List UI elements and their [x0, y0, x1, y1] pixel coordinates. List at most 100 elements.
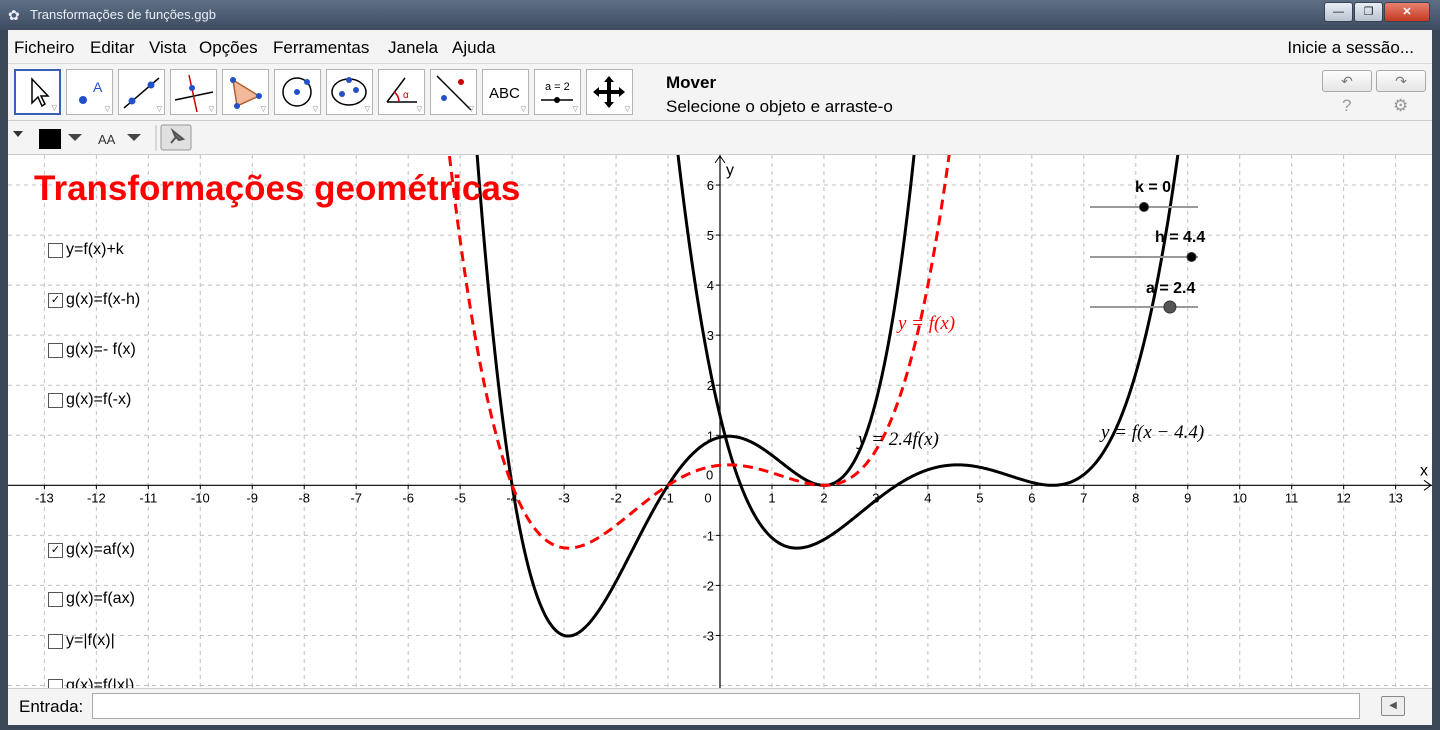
point-tool-button[interactable]: A ▽: [66, 69, 113, 115]
checkbox-f-abs-x[interactable]: g(x)=f(|x|): [48, 677, 134, 688]
checkbox-label: g(x)=f(ax): [66, 590, 135, 607]
curve-label-f: y = f(x): [898, 313, 956, 334]
x-tick-label: 1: [768, 490, 775, 505]
checkbox-f-a-x[interactable]: g(x)=f(ax): [48, 590, 135, 608]
menu-editar[interactable]: Editar: [90, 38, 134, 58]
active-tool-name: Mover: [666, 73, 717, 92]
undo-button[interactable]: ↶: [1322, 70, 1372, 92]
checkbox-box[interactable]: [48, 392, 63, 408]
graphics-canvas[interactable]: xy-13 -12 -11 -10 -9 -8 -7 -6 -5 -4 -3 -2 -1 0 1 2 3 4 5 6 7…: [8, 155, 1432, 688]
sign-in-link[interactable]: Inicie a sessão...: [1287, 38, 1414, 58]
x-tick-label: -11: [139, 490, 157, 505]
minimize-button[interactable]: —: [1324, 2, 1353, 22]
circle-tool-button[interactable]: ▽: [274, 69, 321, 115]
y-tick-label: -2: [702, 578, 714, 593]
redo-button[interactable]: ↷: [1376, 70, 1426, 92]
checkbox-box[interactable]: ✓: [48, 292, 63, 308]
checkbox-box[interactable]: [48, 591, 63, 607]
slider-handle: [1139, 202, 1149, 212]
line-tool-button[interactable]: ▽: [118, 69, 165, 115]
color-swatch[interactable]: [39, 129, 61, 149]
x-tick-label: -2: [610, 490, 622, 505]
perpendicular-line-tool-button[interactable]: ▽: [170, 69, 217, 115]
x-tick-label: -8: [298, 490, 310, 505]
input-bar: Entrada: ◀: [8, 688, 1432, 725]
checkbox-box[interactable]: [48, 242, 63, 258]
checkbox-box[interactable]: ✓: [48, 542, 63, 558]
text-tool-button[interactable]: ABC ▽: [482, 69, 529, 115]
input-field[interactable]: [92, 693, 1360, 719]
checkbox-abs-f[interactable]: y=|f(x)|: [48, 632, 115, 650]
window-titlebar: ✿ Transformações de funções.ggb — ❐ ✕: [0, 0, 1440, 30]
slider-tool-button[interactable]: a = 2 ▽: [534, 69, 581, 115]
x-tick-label: 0: [704, 490, 711, 505]
geogebra-app-icon: ✿: [8, 7, 20, 23]
x-tick-label: 2: [820, 490, 827, 505]
input-label: Entrada:: [19, 697, 84, 716]
x-tick-label: 5: [976, 490, 983, 505]
graphics-view[interactable]: x y -13 -12 -11 -10 -9 -8 -7 -6 -5 -4 -3 -2 -1 0 1 2 3 4 5 6 7…: [8, 155, 1432, 688]
x-tick-label: -12: [87, 490, 106, 505]
x-tick-label: 8: [1132, 490, 1139, 505]
reflect-tool-button[interactable]: ▽: [430, 69, 477, 115]
settings-gear-icon[interactable]: ⚙: [1393, 96, 1408, 116]
y-tick-label: 6: [707, 178, 714, 193]
geogebra-window: Ficheiro Editar Vista Opções Ferramentas…: [8, 30, 1432, 725]
y-tick-label: -3: [702, 628, 714, 643]
checkbox-box[interactable]: [48, 633, 63, 649]
x-tick-label: -9: [246, 490, 258, 505]
x-tick-label: -13: [35, 490, 54, 505]
toggle-stylebar-icon[interactable]: [13, 131, 23, 137]
font-size-dropdown-icon[interactable]: [127, 134, 141, 141]
checkbox-f-plus-k[interactable]: y=f(x)+k: [48, 241, 124, 259]
move-tool-button[interactable]: ▽: [14, 69, 61, 115]
svg-text:α: α: [403, 90, 409, 101]
help-icon[interactable]: ?: [1342, 96, 1351, 116]
checkbox-f-minus-x[interactable]: g(x)=f(-x): [48, 391, 131, 409]
checkbox-minus-f[interactable]: g(x)=- f(x): [48, 341, 136, 359]
menu-janela[interactable]: Janela: [388, 38, 438, 58]
slider-h-label: h = 4.4: [1155, 229, 1206, 246]
svg-text:a = 2: a = 2: [545, 81, 570, 93]
color-dropdown-icon[interactable]: [68, 134, 82, 141]
checkbox-label: y=|f(x)|: [66, 632, 115, 649]
menu-opcoes[interactable]: Opções: [199, 38, 258, 58]
close-button[interactable]: ✕: [1384, 2, 1430, 22]
curve-a-f: [475, 155, 916, 638]
checkbox-f-x-minus-h[interactable]: ✓ g(x)=f(x-h): [48, 291, 140, 309]
checkbox-label: g(x)=f(-x): [66, 391, 132, 408]
y-tick-label: -1: [702, 528, 714, 543]
y-axis-label: y: [726, 162, 734, 179]
x-tick-label: 10: [1232, 490, 1246, 505]
checkbox-box[interactable]: [48, 678, 63, 688]
keyboard-icon[interactable]: ◀: [1381, 696, 1405, 716]
checkbox-a-f[interactable]: ✓ g(x)=af(x): [48, 541, 135, 559]
checkbox-label: g(x)=- f(x): [66, 341, 136, 358]
maximize-button[interactable]: ❐: [1354, 2, 1383, 22]
move-graphics-tool-button[interactable]: ▽: [586, 69, 633, 115]
x-tick-label: -10: [191, 490, 210, 505]
y-tick-label: 4: [707, 278, 714, 293]
curve-f-shifted: [676, 155, 1180, 550]
x-tick-label: 9: [1184, 490, 1191, 505]
menu-vista[interactable]: Vista: [149, 38, 187, 58]
menu-ajuda[interactable]: Ajuda: [452, 38, 495, 58]
y-tick-label: 3: [707, 328, 714, 343]
svg-text:ABC: ABC: [489, 85, 520, 102]
font-size-button[interactable]: AA: [98, 132, 116, 147]
slider-handle: [1186, 252, 1197, 262]
angle-tool-button[interactable]: α ▽: [378, 69, 425, 115]
ellipse-tool-button[interactable]: ▽: [326, 69, 373, 115]
menu-ferramentas[interactable]: Ferramentas: [273, 38, 369, 58]
checkbox-label: g(x)=f(x-h): [66, 291, 141, 308]
checkbox-label: y=f(x)+k: [66, 241, 124, 258]
x-tick-label: 11: [1285, 490, 1299, 505]
x-tick-label: -5: [454, 490, 466, 505]
checkbox-box[interactable]: [48, 342, 63, 358]
menu-ficheiro[interactable]: Ficheiro: [14, 38, 74, 58]
checkbox-label: g(x)=af(x): [66, 541, 135, 558]
x-tick-label: 6: [1028, 490, 1035, 505]
active-tool-help: Selecione o objeto e arraste-o: [666, 97, 893, 116]
window-title: Transformações de funções.ggb: [30, 7, 216, 22]
polygon-tool-button[interactable]: ▽: [222, 69, 269, 115]
